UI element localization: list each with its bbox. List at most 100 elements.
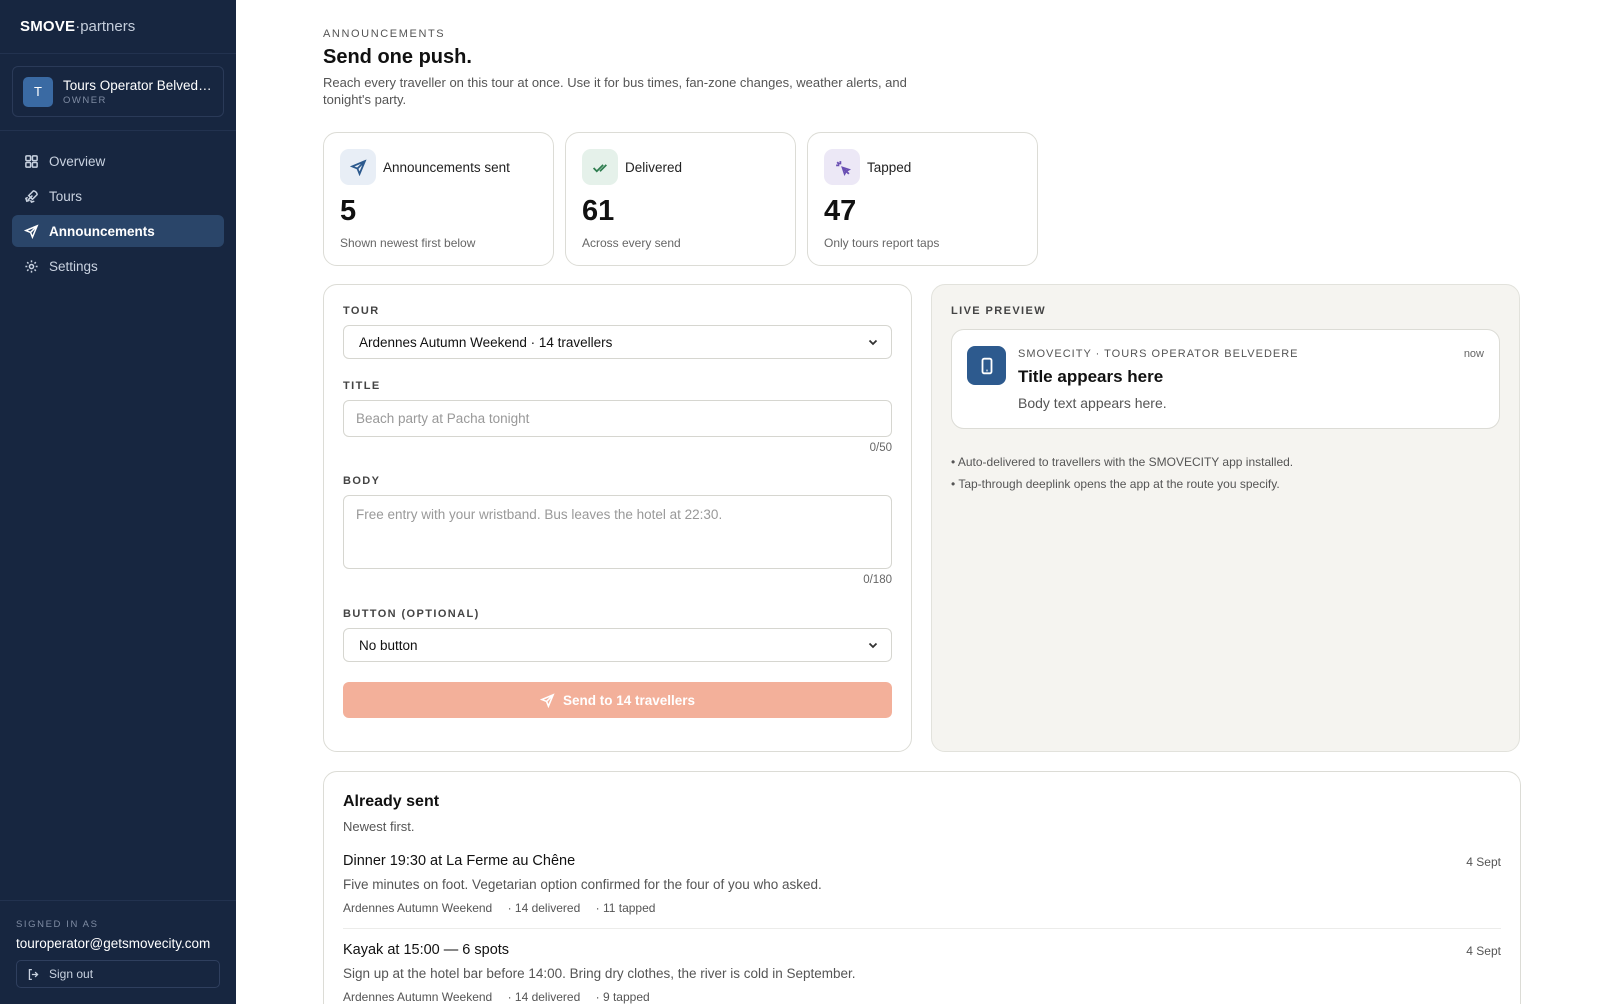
notification-body: Body text appears here. (1018, 395, 1167, 411)
notification-title: Title appears here (1018, 367, 1164, 386)
sent-item-meta: Ardennes Autumn Weekend · 14 delivered ·… (343, 990, 1501, 1004)
stat-label: Announcements sent (383, 159, 510, 175)
page-description: Reach every traveller on this tour at on… (323, 75, 907, 107)
button-label: BUTTON (OPTIONAL) (343, 608, 480, 620)
send-button[interactable]: Send to 14 travellers (343, 682, 892, 718)
sidebar-item-label: Announcements (49, 223, 155, 239)
sidebar-item-tours[interactable]: Tours (12, 180, 224, 212)
send-icon (349, 158, 367, 176)
stat-card-sent: Announcements sent 5 Shown newest first … (323, 132, 554, 266)
sidebar-nav: Overview Tours Announcements Settings (0, 131, 236, 282)
title-counter: 0/50 (869, 442, 892, 454)
sidebar: SMOVE·partners T Tours Operator Belveder… (0, 0, 236, 1004)
org-avatar: T (23, 76, 53, 107)
send-icon (24, 223, 39, 239)
sent-item-body: Five minutes on foot. Vegetarian option … (343, 877, 822, 892)
brand-name: SMOVE (20, 18, 76, 35)
stat-card-tapped: Tapped 47 Only tours report taps (807, 132, 1038, 266)
sent-list-title: Already sent (343, 793, 440, 810)
sent-item-date: 4 Sept (1466, 944, 1501, 958)
stat-caption: Shown newest first below (340, 236, 476, 250)
preview-note: • Tap-through deeplink opens the app at … (951, 477, 1280, 491)
sign-out-button[interactable]: Sign out (16, 960, 220, 988)
preview-notes: • Auto-delivered to travellers with the … (951, 451, 1500, 495)
notification-app-icon (967, 346, 1006, 385)
stat-label: Tapped (867, 159, 912, 175)
double-check-icon (592, 163, 607, 172)
tour-select[interactable]: Ardennes Autumn Weekend · 14 travellers (343, 325, 892, 359)
live-preview-label: LIVE PREVIEW (951, 305, 1047, 317)
sidebar-item-label: Overview (49, 153, 106, 169)
send-button-label: Send to 14 travellers (562, 692, 696, 708)
stat-icon-wrapper (340, 149, 376, 185)
sent-item-tapped: · 9 tapped (595, 990, 650, 1004)
send-icon (539, 692, 555, 708)
grid-icon (25, 154, 38, 168)
stat-caption: Across every send (582, 236, 681, 250)
page-eyebrow: ANNOUNCEMENTS (323, 28, 446, 40)
account-email: touroperator@getsmovecity.com (16, 936, 211, 951)
signed-in-label: SIGNED IN AS (16, 919, 99, 930)
chevron-down-icon (868, 642, 878, 649)
org-name: Tours Operator Belvedere (63, 77, 213, 93)
button-select[interactable]: No button (343, 628, 892, 662)
body-placeholder: Free entry with your wristband. Bus leav… (356, 507, 723, 522)
stat-value: 61 (582, 195, 615, 227)
stat-label: Delivered (625, 159, 683, 175)
sparkle-icon (835, 160, 851, 176)
org-role: OWNER (63, 94, 107, 106)
sent-item-title: Kayak at 15:00 — 6 spots (343, 942, 510, 958)
sign-out-icon (28, 968, 39, 980)
tour-select-value: Ardennes Autumn Weekend · 14 travellers (359, 334, 613, 350)
chevron-down-icon (868, 339, 878, 346)
sent-list-subtitle: Newest first. (343, 819, 415, 834)
title-input[interactable]: Beach party at Pacha tonight (343, 400, 892, 437)
stat-caption: Only tours report taps (824, 236, 940, 250)
body-textarea[interactable]: Free entry with your wristband. Bus leav… (343, 495, 892, 569)
sign-out-label: Sign out (49, 967, 94, 981)
rocket-icon (24, 189, 38, 203)
page-title: Send one push. (323, 46, 472, 68)
sent-item-title: Dinner 19:30 at La Ferme au Chêne (343, 853, 576, 869)
notification-preview: SMOVECITY · TOURS OPERATOR BELVEDERE Tit… (951, 329, 1500, 429)
body-counter: 0/180 (863, 574, 892, 586)
brand-logo[interactable]: SMOVE·partners (0, 0, 236, 54)
sent-item-tapped: · 11 tapped (595, 901, 656, 915)
sent-item-delivered: · 14 delivered (507, 901, 581, 915)
sent-list: Already sent Newest first. Dinner 19:30 … (323, 771, 1521, 1004)
button-select-value: No button (359, 637, 418, 653)
stats-row: Announcements sent 5 Shown newest first … (323, 132, 1038, 266)
sidebar-item-label: Settings (49, 258, 98, 274)
sidebar-item-settings[interactable]: Settings (12, 250, 224, 282)
compose-form: TOUR Ardennes Autumn Weekend · 14 travel… (323, 284, 912, 752)
tour-label: TOUR (343, 305, 380, 317)
stat-icon-wrapper (824, 149, 860, 185)
title-placeholder: Beach party at Pacha tonight (356, 411, 530, 426)
sent-item-body: Sign up at the hotel bar before 14:00. B… (343, 966, 856, 981)
sent-item-tour: Ardennes Autumn Weekend (343, 901, 493, 915)
sent-item-delivered: · 14 delivered (507, 990, 581, 1004)
stat-value: 47 (824, 195, 857, 227)
title-label: TITLE (343, 380, 381, 392)
preview-note: • Auto-delivered to travellers with the … (951, 455, 1294, 469)
sidebar-item-label: Tours (49, 188, 83, 204)
notification-time: now (1463, 348, 1484, 360)
stat-value: 5 (340, 195, 357, 227)
sent-item-tour: Ardennes Autumn Weekend (343, 990, 493, 1004)
org-switcher[interactable]: T Tours Operator Belvedere OWNER (12, 66, 224, 117)
body-label: BODY (343, 475, 381, 487)
list-item[interactable]: Dinner 19:30 at La Ferme au Chêne Five m… (343, 834, 1501, 929)
notification-app-name: SMOVECITY · TOURS OPERATOR BELVEDERE (1018, 348, 1299, 360)
sidebar-item-overview[interactable]: Overview (12, 145, 224, 177)
sent-item-date: 4 Sept (1466, 855, 1501, 869)
phone-icon (981, 357, 992, 374)
live-preview: LIVE PREVIEW SMOVECITY · TOURS OPERATOR … (931, 284, 1520, 752)
stat-card-delivered: Delivered 61 Across every send (565, 132, 796, 266)
list-item[interactable]: Kayak at 15:00 — 6 spots Sign up at the … (343, 929, 1501, 1004)
brand-suffix: partners (80, 18, 136, 35)
gear-icon (25, 259, 38, 273)
sent-item-meta: Ardennes Autumn Weekend · 14 delivered ·… (343, 901, 1501, 915)
account-section: SIGNED IN AS touroperator@getsmovecity.c… (0, 900, 236, 1004)
stat-icon-wrapper (582, 149, 618, 185)
sidebar-item-announcements[interactable]: Announcements (12, 215, 224, 247)
